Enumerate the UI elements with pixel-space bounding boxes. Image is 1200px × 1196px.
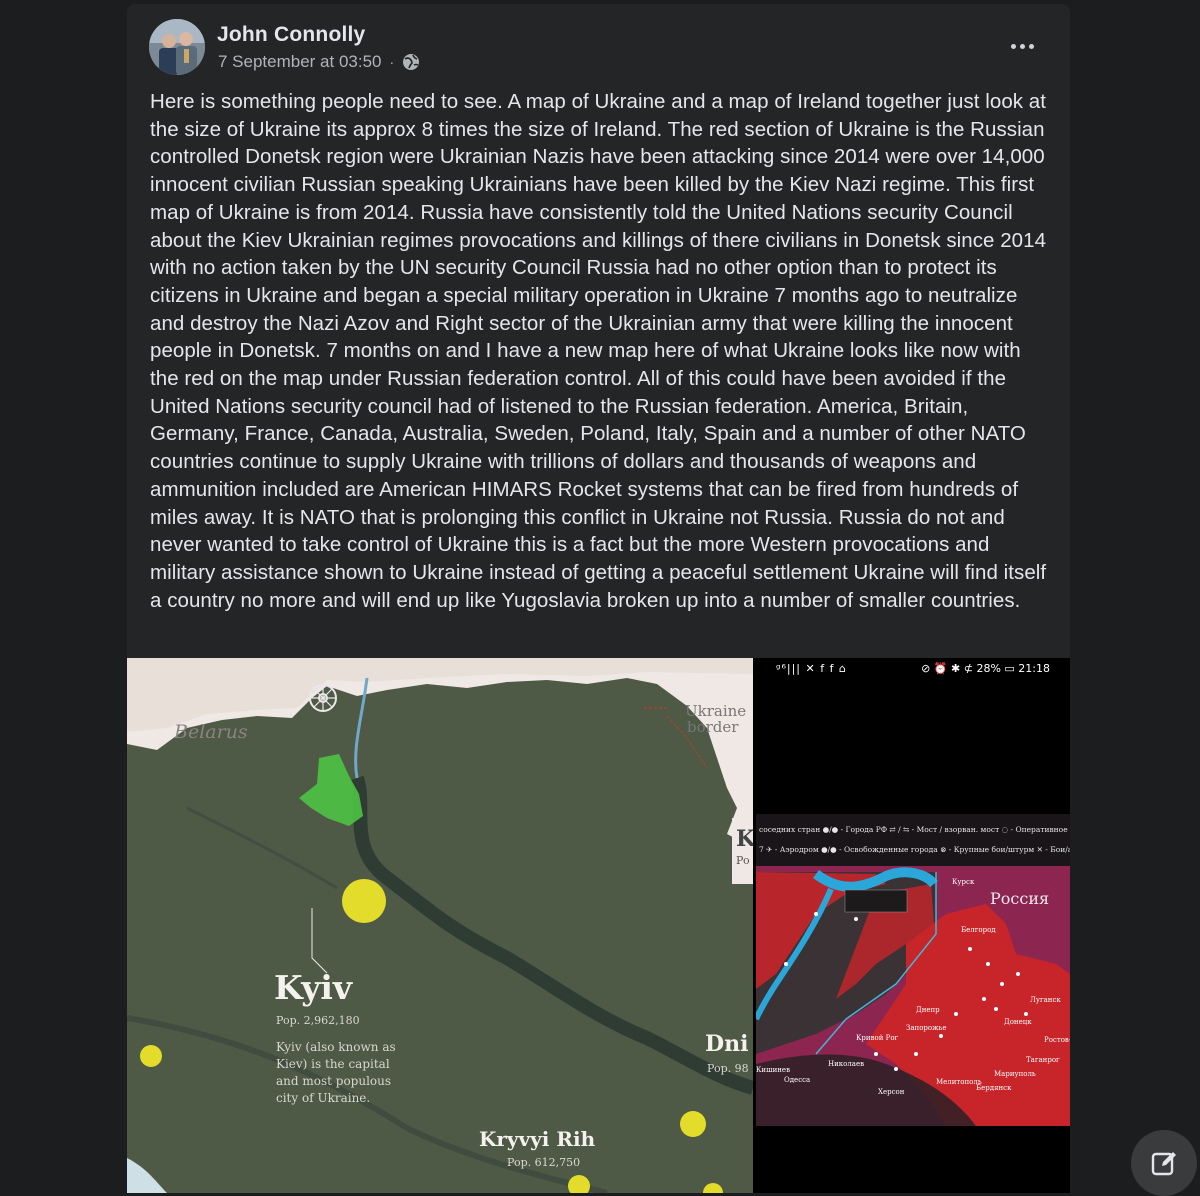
dnipro-label: Dni: [705, 1031, 748, 1057]
city-kherson: Херсон: [878, 1088, 905, 1096]
kyiv-desc-2: Kiev) is the capital: [276, 1057, 390, 1071]
post-header: John Connolly 7 September at 03:50 ·: [127, 4, 1070, 86]
partial-city-label: K: [736, 826, 753, 852]
kyiv-label: Kyiv: [274, 968, 353, 1007]
russia-label: Россия: [990, 889, 1049, 908]
city-dnipro: Днепр: [916, 1006, 940, 1014]
author-name[interactable]: John Connolly: [217, 23, 365, 47]
avatar[interactable]: [149, 19, 205, 75]
compose-icon: [1151, 1152, 1176, 1176]
city-mykolaiv: Николаев: [828, 1060, 864, 1068]
kryvyi-rih-population: Pop. 612,750: [507, 1156, 580, 1169]
kyiv-desc-1: Kyiv (also known as: [276, 1040, 396, 1054]
meta-separator: ·: [389, 54, 395, 70]
phone-status-bar: ᵍ⁶||| ✕ f f ⌂ ⊘ ⏰ ✱ ⊄ 28% ▭ 21:18: [756, 658, 1070, 680]
city-taganrog: Таганрог: [1026, 1056, 1060, 1064]
globe-icon: [402, 53, 420, 71]
city-kryvyi-rih: Кривой Рог: [856, 1034, 899, 1042]
dnipro-population: Pop. 98: [707, 1062, 749, 1075]
city-donetsk: Донецк: [1004, 1018, 1032, 1026]
kyiv-population: Pop. 2,962,180: [276, 1014, 360, 1027]
belarus-label: Belarus: [173, 721, 248, 743]
post-media[interactable]: Belarus Ukraine border Kyiv Pop. 2,962,1…: [127, 658, 1070, 1193]
kyiv-desc-3: and most populous: [276, 1074, 391, 1088]
status-left: ᵍ⁶||| ✕ f f ⌂: [776, 662, 847, 675]
ukraine-map-image[interactable]: Belarus Ukraine border Kyiv Pop. 2,962,1…: [127, 658, 756, 1193]
map-legend-2: 7 ✈ - Аэродром ●/● - Освобожденные город…: [759, 845, 1070, 854]
city-berdiansk: Бердянск: [976, 1084, 1012, 1092]
city-kursk: Курск: [952, 878, 975, 886]
post-text: Here is something people need to see. A …: [150, 90, 1047, 612]
compose-button[interactable]: [1131, 1130, 1197, 1196]
post-timestamp[interactable]: 7 September at 03:50: [218, 52, 382, 72]
kryvyi-rih-label: Kryvyi Rih: [479, 1127, 596, 1151]
city-odesa: Одесса: [784, 1076, 810, 1084]
more-options-icon[interactable]: [1004, 34, 1040, 58]
city-luhansk: Луганск: [1030, 996, 1061, 1004]
city-belgorod: Белгород: [961, 926, 996, 934]
post-card: John Connolly 7 September at 03:50 · Her…: [127, 4, 1070, 1193]
kyiv-desc-4: city of Ukraine.: [276, 1091, 370, 1105]
city-melitopol: Мелитополь: [936, 1078, 982, 1086]
city-zaporizhzhia: Запорожье: [906, 1024, 947, 1032]
status-right: ⊘ ⏰ ✱ ⊄ 28% ▭ 21:18: [921, 662, 1050, 675]
city-rostov: Ростов-н: [1044, 1036, 1070, 1044]
city-chisinau: Кишинев: [756, 1066, 790, 1074]
map-legend-1: соседних стран ●/● - Города РФ ⇄ / ⇆ - М…: [759, 825, 1070, 834]
avatar-image: [149, 19, 205, 75]
partial-city-pop: Po: [736, 854, 750, 867]
city-mariupol: Мариуполь: [994, 1070, 1036, 1078]
border-label-2: border: [687, 718, 739, 736]
conflict-map: соседних стран ●/● - Города РФ ⇄ / ⇆ - М…: [756, 814, 1070, 1126]
phone-screenshot-image[interactable]: ᵍ⁶||| ✕ f f ⌂ ⊘ ⏰ ✱ ⊄ 28% ▭ 21:18 соседн…: [756, 658, 1070, 1193]
post-meta: 7 September at 03:50 ·: [218, 52, 420, 72]
